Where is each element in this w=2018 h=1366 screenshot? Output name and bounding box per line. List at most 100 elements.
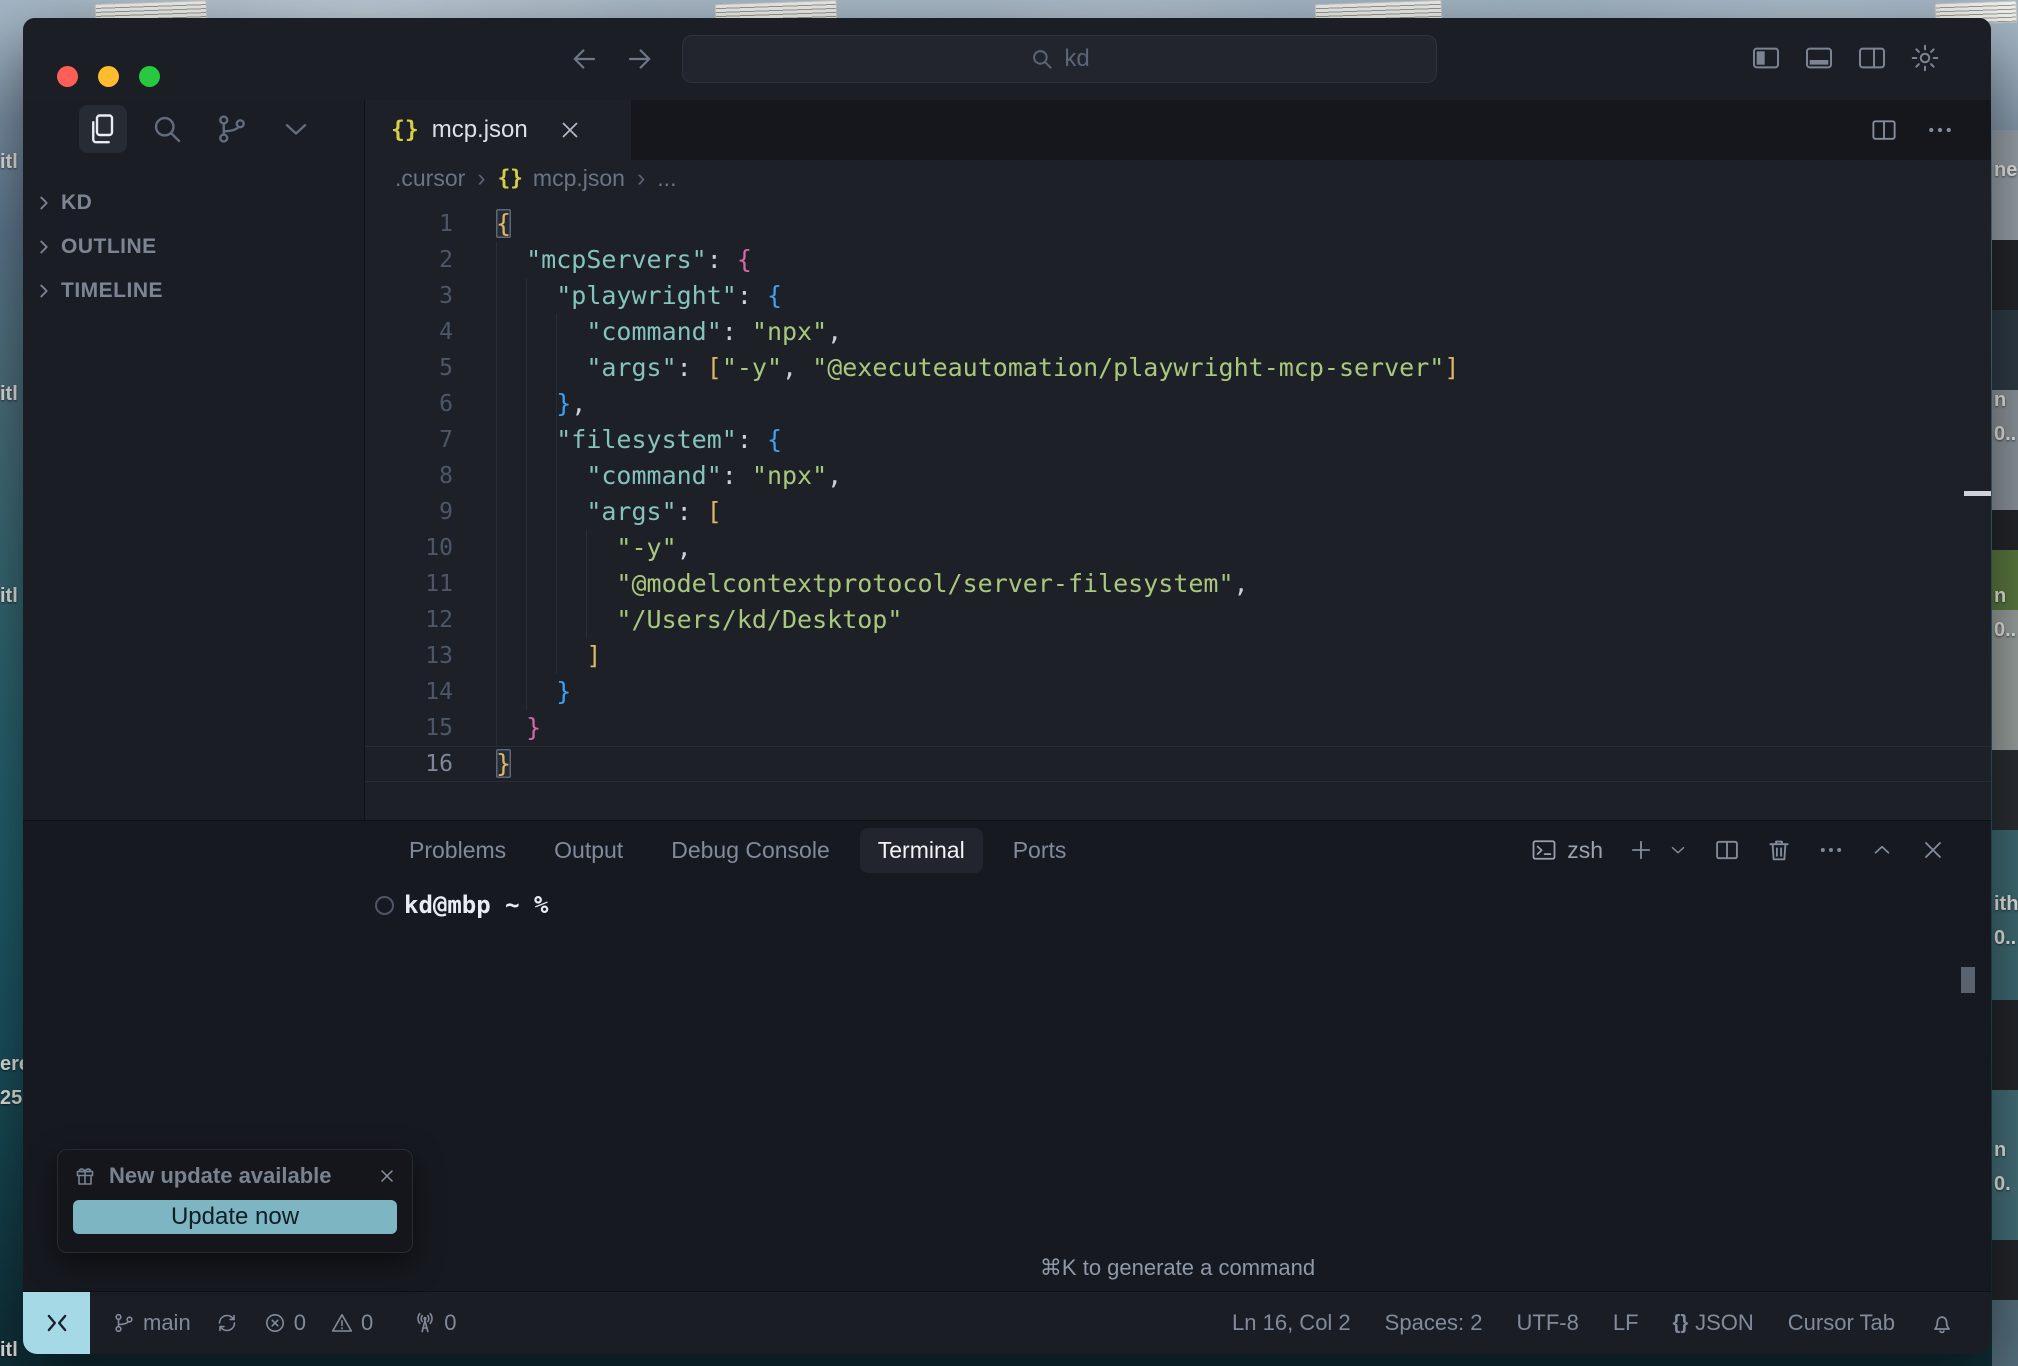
sidebar-section-outline[interactable]: OUTLINE	[23, 230, 364, 264]
terminal-scrollbar[interactable]	[1961, 967, 1975, 993]
code-text: "args": [	[496, 494, 722, 530]
status-json[interactable]: {}JSON	[1673, 1310, 1754, 1336]
chevron-right-icon	[33, 192, 55, 214]
panel-tab-debug-console[interactable]: Debug Console	[653, 828, 848, 873]
code-line[interactable]: 2 "mcpServers": {	[365, 242, 1991, 278]
breadcrumb[interactable]: .cursor›{}mcp.json›...	[365, 160, 1991, 196]
zoom-window-button[interactable]	[139, 66, 160, 87]
code-line[interactable]: 15 }	[365, 710, 1991, 746]
status-cursor-tab[interactable]: Cursor Tab	[1788, 1310, 1895, 1336]
sidebar-section-timeline[interactable]: TIMELINE	[23, 274, 364, 308]
line-number: 9	[365, 494, 453, 530]
code-line[interactable]: 8 "command": "npx",	[365, 458, 1991, 494]
sidebar-section-label: TIMELINE	[61, 279, 163, 303]
desktop-icon-label: itl	[0, 1340, 18, 1360]
code-line[interactable]: 1{	[365, 206, 1991, 242]
code-line[interactable]: 12 "/Users/kd/Desktop"	[365, 602, 1991, 638]
breadcrumb-item[interactable]: ...	[657, 165, 676, 192]
notification-title: New update available	[109, 1163, 365, 1189]
breadcrumb-item[interactable]: {}mcp.json	[498, 165, 625, 192]
breadcrumb-text: ...	[657, 165, 676, 192]
code-line[interactable]: 10 "-y",	[365, 530, 1991, 566]
code-text: "command": "npx",	[496, 458, 842, 494]
desktop-icon-label: itl	[0, 152, 18, 172]
panel-right-icon[interactable]	[1856, 42, 1888, 74]
status-git-branch[interactable]: main	[112, 1310, 191, 1336]
plus-icon[interactable]	[1627, 836, 1655, 864]
notification-close-icon[interactable]	[377, 1166, 397, 1186]
search-text: kd	[1064, 45, 1089, 73]
remote-indicator-button[interactable]	[23, 1292, 90, 1354]
activity-chevron-down-icon[interactable]	[272, 105, 320, 153]
status-ln-16-col-2[interactable]: Ln 16, Col 2	[1232, 1310, 1351, 1336]
code-text: "mcpServers": {	[496, 242, 752, 278]
status-error[interactable]: 0	[263, 1310, 306, 1336]
code-line[interactable]: 16}	[365, 746, 1991, 782]
panel-bottom-icon[interactable]	[1803, 42, 1835, 74]
split-editor-icon[interactable]	[1713, 836, 1741, 864]
status-utf-8[interactable]: UTF-8	[1517, 1310, 1579, 1336]
close-window-button[interactable]	[57, 66, 78, 87]
tab-mcp-json[interactable]: {} mcp.json	[365, 100, 631, 160]
status-lf[interactable]: LF	[1613, 1310, 1639, 1336]
tab-close-icon[interactable]	[557, 117, 583, 143]
editor-scrollbar-handle[interactable]	[1964, 491, 1991, 496]
line-number: 3	[365, 278, 453, 314]
panel-tab-output[interactable]: Output	[536, 828, 641, 873]
line-number: 2	[365, 242, 453, 278]
status-sync[interactable]	[215, 1311, 239, 1335]
ellipsis-icon[interactable]	[1925, 115, 1955, 145]
panel-left-icon[interactable]	[1750, 42, 1782, 74]
chevron-up-icon[interactable]	[1869, 837, 1895, 863]
close-icon[interactable]	[1919, 836, 1947, 864]
breadcrumb-text: .cursor	[395, 165, 465, 192]
shell-selector[interactable]: zsh	[1530, 836, 1603, 864]
code-line[interactable]: 11 "@modelcontextprotocol/server-filesys…	[365, 566, 1991, 602]
status-radio-tower[interactable]: 0	[413, 1310, 456, 1336]
status-spaces-2[interactable]: Spaces: 2	[1385, 1310, 1483, 1336]
right-nav-icon[interactable]	[623, 42, 657, 76]
panel-tab-terminal[interactable]: Terminal	[860, 828, 983, 873]
activity-source-control-icon[interactable]	[208, 105, 256, 153]
desktop-icon-label: 25	[0, 1088, 22, 1108]
terminal-prompt: kd@mbp ~ %	[404, 891, 549, 919]
search-input[interactable]: kd	[682, 35, 1437, 83]
code-line[interactable]: 13 ]	[365, 638, 1991, 674]
code-line[interactable]: 7 "filesystem": {	[365, 422, 1991, 458]
split-editor-icon[interactable]	[1869, 115, 1899, 145]
activity-search-icon[interactable]	[143, 105, 191, 153]
minimize-window-button[interactable]	[98, 66, 119, 87]
code-line[interactable]: 9 "args": [	[365, 494, 1991, 530]
line-number: 14	[365, 674, 453, 710]
code-text: "command": "npx",	[496, 314, 842, 350]
code-line[interactable]: 6 },	[365, 386, 1991, 422]
gear-icon[interactable]	[1909, 42, 1941, 74]
code-line[interactable]: 3 "playwright": {	[365, 278, 1991, 314]
trash-icon[interactable]	[1765, 836, 1793, 864]
code-editor[interactable]: 1{2 "mcpServers": {3 "playwright": {4 "c…	[365, 196, 1991, 820]
panel-tab-ports[interactable]: Ports	[995, 828, 1085, 873]
panel-tab-problems[interactable]: Problems	[391, 828, 524, 873]
code-line[interactable]: 5 "args": ["-y", "@executeautomation/pla…	[365, 350, 1991, 386]
ellipsis-icon[interactable]	[1817, 836, 1845, 864]
activity-files-icon[interactable]	[79, 105, 127, 153]
breadcrumb-item[interactable]: .cursor	[395, 165, 465, 192]
sidebar-section-kd[interactable]: KD	[23, 186, 364, 220]
code-line[interactable]: 4 "command": "npx",	[365, 314, 1991, 350]
status-warning[interactable]: 0	[330, 1310, 373, 1336]
update-now-button[interactable]: Update now	[73, 1200, 397, 1234]
code-line[interactable]: 14 }	[365, 674, 1991, 710]
status-right: Ln 16, Col 2 Spaces: 2 UTF-8 LF {}JSON Cursor…	[1232, 1310, 1955, 1336]
left-nav-icon[interactable]	[567, 42, 601, 76]
code-text: }	[496, 746, 511, 782]
status-label: Spaces: 2	[1385, 1310, 1483, 1336]
chevron-right-icon	[33, 280, 55, 302]
desktop-thumbnail	[1992, 1000, 2018, 1090]
desktop-icon-label: 0..	[1994, 928, 2016, 948]
chevron-down-icon[interactable]	[1667, 839, 1689, 861]
breadcrumb-separator: ›	[477, 164, 485, 193]
command-decoration-icon[interactable]	[375, 896, 394, 915]
desktop-icon-label: n	[1994, 390, 2006, 410]
status-label: UTF-8	[1517, 1310, 1579, 1336]
status-bell[interactable]	[1929, 1310, 1955, 1336]
